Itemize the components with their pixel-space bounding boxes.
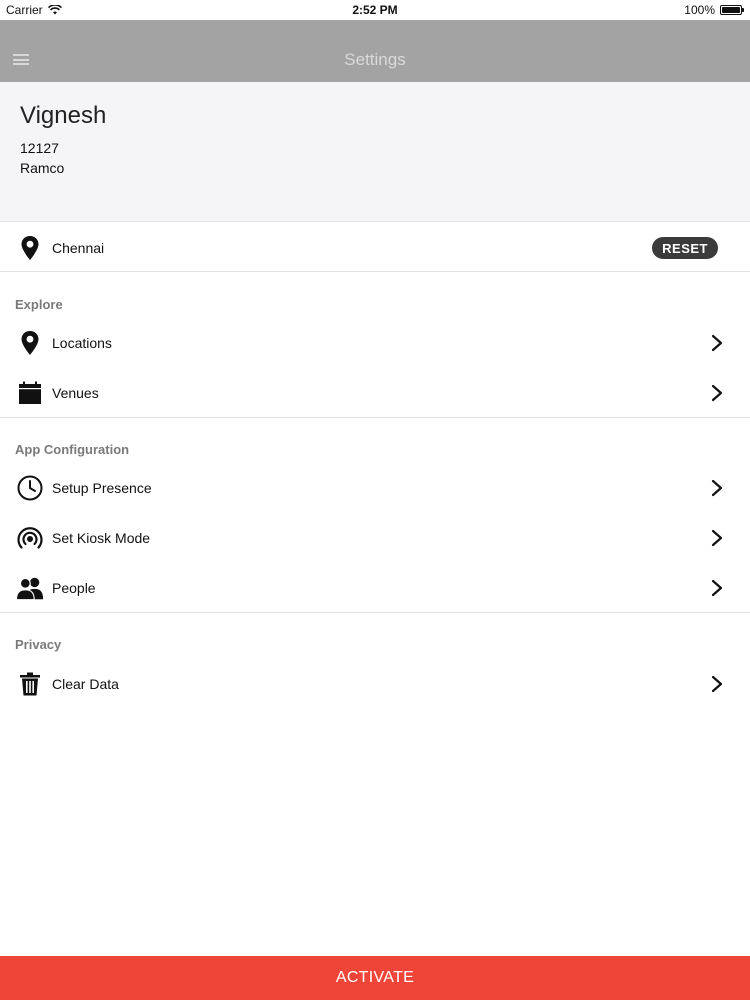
settings-item-clear-data[interactable]: Clear Data xyxy=(0,659,750,709)
settings-item-set-kiosk-mode[interactable]: Set Kiosk Mode xyxy=(0,513,750,563)
divider xyxy=(0,271,750,272)
settings-item-locations[interactable]: Locations xyxy=(0,318,750,368)
reset-location-button[interactable]: RESET xyxy=(652,237,718,259)
settings-item-label: Set Kiosk Mode xyxy=(52,530,151,546)
map-pin-icon xyxy=(16,329,44,357)
current-location-label: Chennai xyxy=(52,240,105,256)
page-title: Settings xyxy=(344,50,406,69)
profile-name: Vignesh xyxy=(20,102,107,129)
settings-item-label: Locations xyxy=(52,335,112,351)
calendar-icon xyxy=(16,379,44,407)
activate-button[interactable]: ACTIVATE xyxy=(0,956,750,1000)
chevron-right-icon xyxy=(711,675,723,693)
settings-item-people[interactable]: People xyxy=(0,563,750,613)
section-header-explore: Explore xyxy=(15,297,63,312)
section-header-privacy: Privacy xyxy=(15,637,62,652)
chevron-right-icon xyxy=(711,529,723,547)
profile-card: Vignesh 12127 Ramco xyxy=(0,82,750,222)
broadcast-icon xyxy=(16,524,44,552)
chevron-right-icon xyxy=(711,579,723,597)
settings-item-setup-presence[interactable]: Setup Presence xyxy=(0,463,750,513)
battery-percent: 100% xyxy=(684,3,715,17)
settings-item-label: Clear Data xyxy=(52,676,119,692)
chevron-right-icon xyxy=(711,384,723,402)
settings-item-venues[interactable]: Venues xyxy=(0,368,750,418)
clock-icon xyxy=(16,474,44,502)
current-location-row: Chennai RESET xyxy=(0,223,750,273)
nav-bar: Settings xyxy=(0,20,750,82)
map-pin-icon xyxy=(16,234,44,262)
status-time: 2:52 PM xyxy=(352,3,398,17)
chevron-right-icon xyxy=(711,479,723,497)
divider xyxy=(0,417,750,418)
profile-org: Ramco xyxy=(20,160,65,176)
settings-item-label: Setup Presence xyxy=(52,480,152,496)
settings-item-label: Venues xyxy=(52,385,99,401)
status-bar: Carrier 2:52 PM 100% xyxy=(0,0,750,20)
trash-icon xyxy=(16,670,44,698)
profile-id: 12127 xyxy=(20,140,59,156)
people-icon xyxy=(16,574,44,602)
battery-icon xyxy=(720,5,744,15)
divider xyxy=(0,612,750,613)
status-right: 100% xyxy=(684,3,744,17)
settings-item-label: People xyxy=(52,580,96,596)
section-header-app-configuration: App Configuration xyxy=(15,442,130,457)
chevron-right-icon xyxy=(711,334,723,352)
